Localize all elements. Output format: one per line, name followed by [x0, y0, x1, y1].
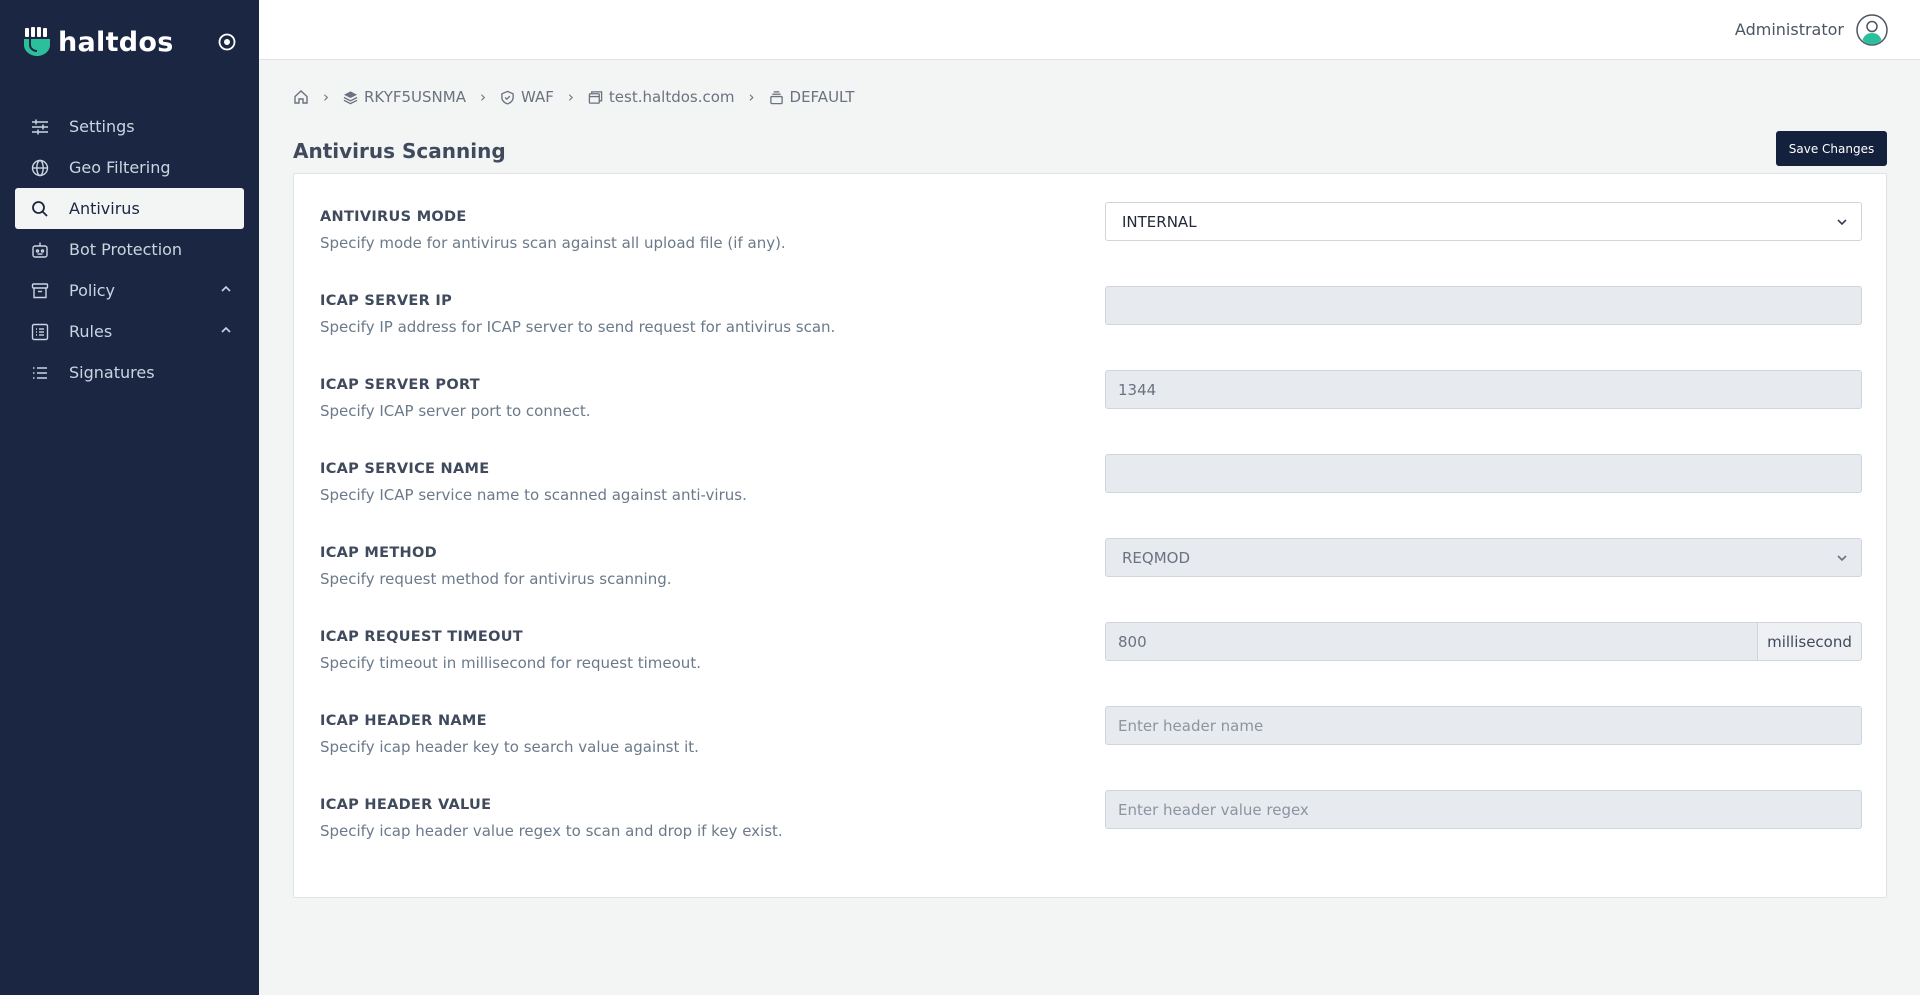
breadcrumb-label: WAF: [520, 88, 554, 106]
field-description: Specify IP address for ICAP server to se…: [320, 318, 836, 336]
sidebar-item-label: Antivirus: [69, 199, 140, 218]
chevron-down-icon: [1837, 218, 1847, 225]
breadcrumb-label: RKYF5USNMA: [364, 88, 466, 106]
input-placeholder: Enter header name: [1118, 716, 1264, 735]
input-value: 1344: [1118, 380, 1157, 399]
breadcrumb-label: test.haltdos.com: [608, 88, 735, 106]
shield-icon: [501, 90, 514, 105]
breadcrumb-separator: ›: [748, 88, 755, 106]
icap-header-name-row: ICAP HEADER NAME Specify icap header key…: [320, 706, 1862, 766]
page-title: Antivirus Scanning: [293, 139, 506, 163]
sidebar-item-label: Policy: [69, 281, 116, 300]
breadcrumb-policy[interactable]: DEFAULT: [769, 88, 855, 106]
chevron-up-icon[interactable]: [220, 283, 232, 295]
breadcrumb-separator: ›: [323, 88, 329, 106]
field-label: ICAP SERVER IP: [320, 293, 453, 309]
breadcrumb-label: DEFAULT: [789, 88, 855, 106]
sidebar-item-signatures[interactable]: Signatures: [15, 352, 244, 393]
sidebar-item-label: Geo Filtering: [69, 158, 171, 177]
layers-icon: [343, 90, 358, 104]
icap-header-value-input[interactable]: Enter header value regex: [1105, 790, 1862, 829]
settings-target-icon[interactable]: [217, 32, 237, 52]
icap-request-timeout-group: 800 millisecond: [1105, 622, 1862, 661]
field-label: ICAP HEADER NAME: [320, 713, 487, 729]
chevron-down-icon: [1837, 554, 1847, 561]
stack-icon: [769, 90, 783, 104]
icap-server-port-input[interactable]: 1344: [1105, 370, 1862, 409]
antivirus-settings-card: ANTIVIRUS MODE Specify mode for antiviru…: [293, 173, 1887, 898]
robot-icon: [30, 240, 50, 260]
sidebar-item-label: Settings: [69, 117, 135, 136]
globe-icon: [30, 158, 50, 178]
sidebar-item-bot-protection[interactable]: Bot Protection: [15, 229, 244, 270]
window-icon: [588, 90, 603, 104]
icap-header-value-row: ICAP HEADER VALUE Specify icap header va…: [320, 790, 1862, 850]
sidebar-item-label: Bot Protection: [69, 240, 183, 259]
brand-name: haltdos: [58, 26, 174, 58]
breadcrumb-home[interactable]: [293, 89, 309, 105]
list-box-icon: [30, 322, 50, 342]
breadcrumb-host[interactable]: test.haltdos.com: [588, 88, 735, 106]
avatar[interactable]: [1856, 13, 1888, 46]
list-icon: [30, 363, 50, 383]
sidebar-item-antivirus[interactable]: Antivirus: [15, 188, 244, 229]
sidebar: haltdos Settings Geo Filtering Antivirus: [0, 0, 259, 995]
icap-method-row: ICAP METHOD Specify request method for a…: [320, 538, 1862, 598]
antivirus-mode-row: ANTIVIRUS MODE Specify mode for antiviru…: [320, 202, 1862, 262]
field-description: Specify request method for antivirus sca…: [320, 570, 672, 588]
field-label: ICAP METHOD: [320, 545, 437, 561]
field-label: ICAP SERVICE NAME: [320, 461, 490, 477]
field-label: ICAP SERVER PORT: [320, 377, 480, 393]
sidebar-item-rules[interactable]: Rules: [15, 311, 244, 352]
sidebar-item-policy[interactable]: Policy: [15, 270, 244, 311]
chevron-up-icon[interactable]: [220, 324, 232, 336]
unit-addon: millisecond: [1757, 622, 1862, 661]
breadcrumb: › RKYF5USNMA › WAF › test.haltdos.com › …: [293, 88, 855, 106]
brand-logo[interactable]: haltdos: [22, 27, 174, 58]
field-description: Specify ICAP service name to scanned aga…: [320, 486, 747, 504]
antivirus-mode-select[interactable]: INTERNAL: [1105, 202, 1862, 241]
icap-request-timeout-row: ICAP REQUEST TIMEOUT Specify timeout in …: [320, 622, 1862, 682]
input-value: 800: [1118, 632, 1147, 651]
user-name[interactable]: Administrator: [1735, 20, 1844, 39]
icap-server-port-row: ICAP SERVER PORT Specify ICAP server por…: [320, 370, 1862, 430]
archive-icon: [30, 281, 50, 301]
haltdos-logo-icon: [24, 27, 50, 56]
field-description: Specify icap header key to search value …: [320, 738, 699, 756]
sidebar-item-label: Signatures: [69, 363, 155, 382]
field-description: Specify ICAP server port to connect.: [320, 402, 591, 420]
search-icon: [30, 199, 50, 219]
icap-request-timeout-input[interactable]: 800: [1105, 622, 1757, 661]
icap-server-ip-row: ICAP SERVER IP Specify IP address for IC…: [320, 286, 1862, 346]
breadcrumb-separator: ›: [567, 88, 574, 106]
sliders-icon: [30, 117, 50, 137]
field-label: ICAP HEADER VALUE: [320, 797, 492, 813]
icap-service-name-row: ICAP SERVICE NAME Specify ICAP service n…: [320, 454, 1862, 514]
input-placeholder: Enter header value regex: [1118, 800, 1309, 819]
breadcrumb-waf[interactable]: WAF: [500, 88, 554, 106]
field-description: Specify icap header value regex to scan …: [320, 822, 783, 840]
sidebar-item-geo-filtering[interactable]: Geo Filtering: [15, 147, 244, 188]
select-value: INTERNAL: [1122, 212, 1197, 231]
save-changes-button[interactable]: Save Changes: [1776, 131, 1887, 166]
brand: haltdos: [0, 0, 259, 84]
sidebar-item-settings[interactable]: Settings: [15, 106, 244, 147]
sidebar-item-label: Rules: [69, 322, 113, 341]
icap-header-name-input[interactable]: Enter header name: [1105, 706, 1862, 745]
field-description: Specify mode for antivirus scan against …: [320, 234, 786, 252]
top-bar: Administrator: [259, 0, 1920, 60]
breadcrumb-separator: ›: [479, 88, 486, 106]
icap-service-name-input[interactable]: [1105, 454, 1862, 493]
icap-method-select[interactable]: REQMOD: [1105, 538, 1862, 577]
home-icon: [294, 90, 308, 104]
select-value: REQMOD: [1122, 548, 1191, 567]
field-label: ANTIVIRUS MODE: [320, 209, 467, 225]
breadcrumb-account[interactable]: RKYF5USNMA: [343, 88, 466, 106]
field-description: Specify timeout in millisecond for reque…: [320, 654, 701, 672]
sidebar-nav: Settings Geo Filtering Antivirus Bot Pro…: [0, 106, 259, 393]
icap-server-ip-input[interactable]: [1105, 286, 1862, 325]
field-label: ICAP REQUEST TIMEOUT: [320, 629, 524, 645]
